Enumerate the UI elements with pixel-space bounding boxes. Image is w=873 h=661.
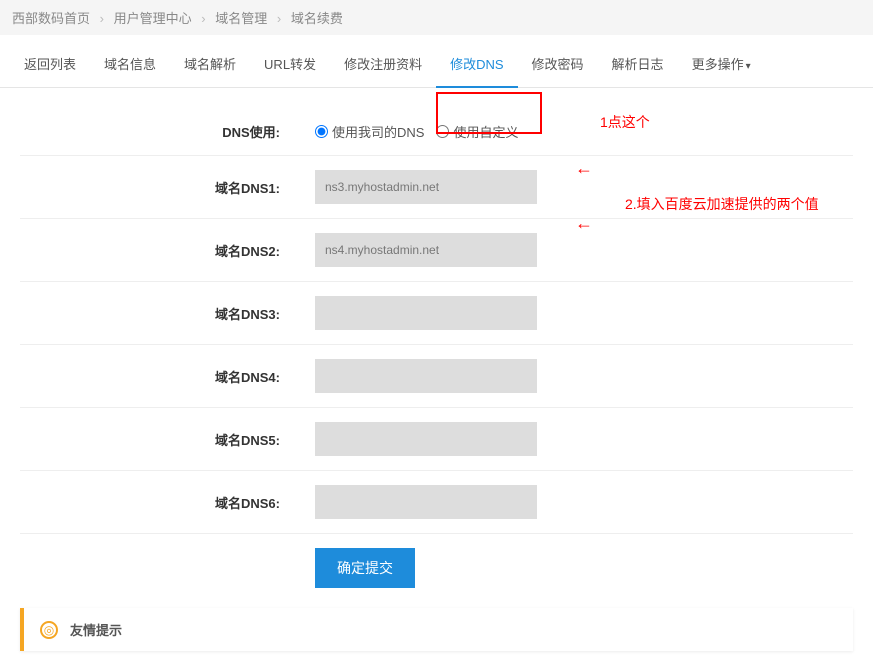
- breadcrumb-item-domain[interactable]: 域名管理: [215, 11, 267, 26]
- label-dns5: 域名DNS5:: [20, 430, 315, 449]
- tabs: 返回列表 域名信息 域名解析 URL转发 修改注册资料 修改DNS 修改密码 解…: [0, 40, 873, 88]
- label-dns4: 域名DNS4:: [20, 367, 315, 386]
- row-dns4: 域名DNS4:: [20, 345, 853, 408]
- input-dns2[interactable]: [315, 233, 537, 267]
- radio-company-text: 使用我司的DNS: [332, 122, 424, 141]
- breadcrumb-item-user[interactable]: 用户管理中心: [114, 11, 192, 26]
- label-dns1: 域名DNS1:: [20, 178, 315, 197]
- input-dns3[interactable]: [315, 296, 537, 330]
- tip-bar: ◎ 友情提示: [20, 608, 853, 651]
- breadcrumb-sep: ›: [201, 11, 205, 26]
- breadcrumb-item-renew[interactable]: 域名续费: [291, 11, 343, 26]
- breadcrumb-sep: ›: [100, 11, 104, 26]
- submit-row: 确定提交: [20, 534, 853, 608]
- tab-modify-reg[interactable]: 修改注册资料: [330, 40, 436, 87]
- radio-custom-label[interactable]: 使用自定义: [436, 122, 518, 141]
- lightbulb-icon: ◎: [40, 621, 58, 639]
- tab-info[interactable]: 域名信息: [90, 40, 170, 87]
- radio-custom-text: 使用自定义: [453, 122, 518, 141]
- input-dns4[interactable]: [315, 359, 537, 393]
- submit-button[interactable]: 确定提交: [315, 548, 415, 588]
- tab-resolve-log[interactable]: 解析日志: [598, 40, 678, 87]
- label-dns-use: DNS使用:: [20, 122, 315, 141]
- row-dns1: 域名DNS1:: [20, 156, 853, 219]
- row-dns2: 域名DNS2:: [20, 219, 853, 282]
- row-dns5: 域名DNS5:: [20, 408, 853, 471]
- tab-modify-pwd[interactable]: 修改密码: [518, 40, 598, 87]
- breadcrumb: 西部数码首页 › 用户管理中心 › 域名管理 › 域名续费: [0, 0, 873, 35]
- row-dns-use: DNS使用: 使用我司的DNS 使用自定义: [20, 108, 853, 156]
- breadcrumb-sep: ›: [277, 11, 281, 26]
- row-dns6: 域名DNS6:: [20, 471, 853, 534]
- radio-group-dns-use: 使用我司的DNS 使用自定义: [315, 122, 853, 141]
- input-dns1[interactable]: [315, 170, 537, 204]
- tab-url-forward[interactable]: URL转发: [250, 40, 330, 87]
- input-dns6[interactable]: [315, 485, 537, 519]
- label-dns6: 域名DNS6:: [20, 493, 315, 512]
- tab-more[interactable]: 更多操作▾: [678, 40, 765, 87]
- input-dns5[interactable]: [315, 422, 537, 456]
- tab-more-label: 更多操作: [692, 57, 744, 72]
- row-dns3: 域名DNS3:: [20, 282, 853, 345]
- tip-label: 友情提示: [70, 620, 122, 639]
- radio-company-label[interactable]: 使用我司的DNS: [315, 122, 424, 141]
- radio-custom[interactable]: [436, 125, 449, 138]
- radio-company[interactable]: [315, 125, 328, 138]
- breadcrumb-item-home[interactable]: 西部数码首页: [12, 11, 90, 26]
- tab-modify-dns[interactable]: 修改DNS: [436, 40, 517, 87]
- label-dns2: 域名DNS2:: [20, 241, 315, 260]
- tab-back[interactable]: 返回列表: [10, 40, 90, 87]
- chevron-down-icon: ▾: [746, 61, 751, 72]
- tab-resolve[interactable]: 域名解析: [170, 40, 250, 87]
- label-dns3: 域名DNS3:: [20, 304, 315, 323]
- content: 1点这个 2.填入百度云加速提供的两个值 ← ← DNS使用: 使用我司的DNS…: [0, 88, 873, 608]
